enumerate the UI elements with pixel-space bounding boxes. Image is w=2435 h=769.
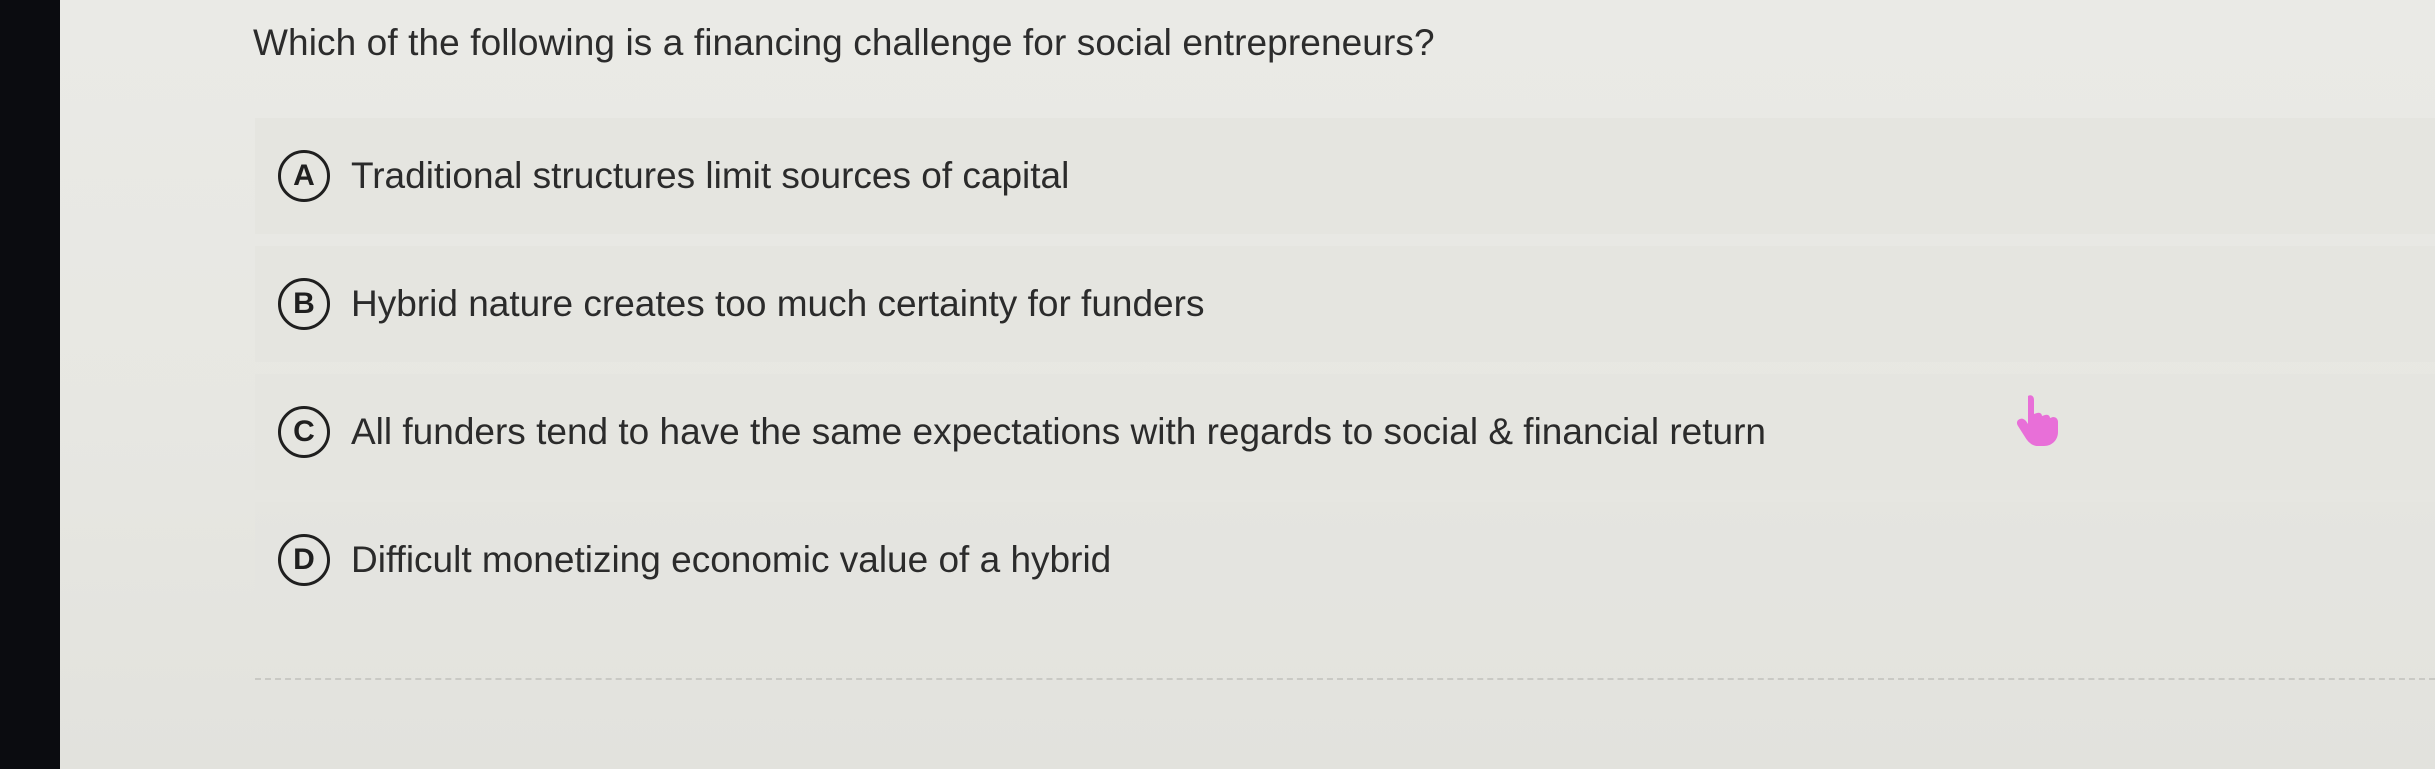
option-b-text: Hybrid nature creates too much certainty…: [351, 283, 1205, 324]
option-c-text: All funders tend to have the same expect…: [351, 411, 1766, 452]
option-a-text: Traditional structures limit sources of …: [351, 155, 1070, 196]
question-text: Which of the following is a financing ch…: [253, 22, 1435, 63]
dashed-divider: [255, 678, 2435, 680]
quiz-screen: Which of the following is a financing ch…: [60, 0, 2435, 769]
hand-pointer-icon: [2016, 395, 2058, 446]
option-b-letter: B: [278, 278, 330, 330]
answer-options: A Traditional structures limit sources o…: [255, 118, 2435, 630]
option-d-letter: D: [278, 534, 330, 586]
option-c-letter: C: [278, 406, 330, 458]
option-d[interactable]: D Difficult monetizing economic value of…: [255, 502, 2435, 618]
option-a[interactable]: A Traditional structures limit sources o…: [255, 118, 2435, 234]
option-b[interactable]: B Hybrid nature creates too much certain…: [255, 246, 2435, 362]
option-a-letter: A: [278, 150, 330, 202]
option-d-text: Difficult monetizing economic value of a…: [351, 539, 1112, 580]
option-c[interactable]: C All funders tend to have the same expe…: [255, 374, 2435, 490]
